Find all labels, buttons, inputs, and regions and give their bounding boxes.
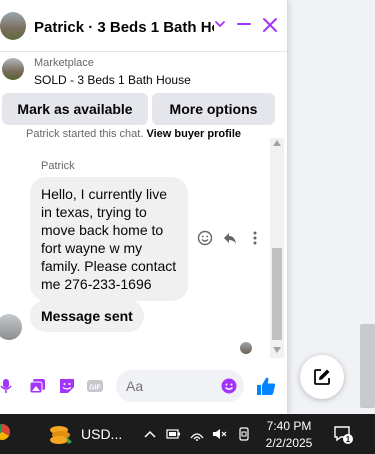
- svg-text:GIF: GIF: [89, 384, 101, 391]
- sender-name: Patrick: [41, 160, 75, 172]
- view-buyer-profile-link[interactable]: View buyer profile: [146, 128, 241, 140]
- message-scrollbar[interactable]: [270, 138, 284, 358]
- gif-icon[interactable]: GIF: [86, 377, 104, 395]
- photo-icon[interactable]: [29, 377, 47, 395]
- listing-title[interactable]: SOLD - 3 Beds 1 Bath House: [34, 73, 191, 87]
- listing-info[interactable]: Marketplace SOLD - 3 Beds 1 Bath House: [0, 52, 287, 92]
- more-vertical-icon[interactable]: [247, 230, 263, 246]
- message-bubble-sent-status[interactable]: Message sent: [30, 300, 144, 332]
- scroll-thumb[interactable]: [272, 248, 282, 340]
- chevron-down-icon[interactable]: [213, 17, 227, 31]
- sticker-icon[interactable]: [58, 377, 76, 395]
- close-icon[interactable]: [262, 17, 278, 33]
- chat-started-notice: Patrick started this chat. View buyer pr…: [26, 128, 241, 140]
- chrome-icon[interactable]: [0, 424, 10, 440]
- scroll-down-arrow-icon[interactable]: [273, 347, 281, 353]
- chat-window: Patrick · 3 Beds 1 Bath Hou… Marketplace…: [0, 0, 287, 414]
- new-message-button[interactable]: [300, 355, 344, 399]
- listing-source: Marketplace: [34, 57, 94, 69]
- clock-time[interactable]: 7:40 PM: [263, 418, 315, 434]
- compose-icon: [314, 369, 330, 385]
- volume-muted-icon[interactable]: [212, 426, 228, 442]
- reply-icon[interactable]: [222, 230, 238, 246]
- clock-date[interactable]: 2/2/2025: [263, 435, 315, 451]
- battery-icon[interactable]: [165, 426, 181, 442]
- emoji-react-icon[interactable]: [197, 230, 213, 246]
- emoji-icon[interactable]: [221, 378, 237, 394]
- chat-header[interactable]: Patrick · 3 Beds 1 Bath Hou…: [0, 0, 287, 52]
- phone-link-icon[interactable]: [236, 426, 252, 442]
- chat-started-text: Patrick started this chat.: [26, 128, 144, 140]
- thumbs-up-icon[interactable]: [255, 375, 277, 397]
- wifi-icon[interactable]: [189, 426, 205, 442]
- notification-icon[interactable]: 1: [333, 424, 353, 444]
- mark-as-available-button[interactable]: Mark as available: [2, 93, 148, 125]
- currency-app-label[interactable]: USD...: [81, 426, 122, 442]
- listing-thumbnail[interactable]: [2, 58, 24, 80]
- contact-avatar[interactable]: [0, 12, 26, 40]
- currency-app-icon[interactable]: [48, 422, 74, 446]
- scroll-up-arrow-icon[interactable]: [273, 140, 281, 146]
- microphone-icon[interactable]: [0, 377, 18, 395]
- seen-indicator-avatar: [240, 342, 252, 354]
- minimize-icon[interactable]: [237, 17, 251, 31]
- chat-title[interactable]: Patrick · 3 Beds 1 Bath Hou…: [34, 19, 214, 36]
- message-composer: GIF: [0, 368, 287, 406]
- message-thread[interactable]: Patrick started this chat. View buyer pr…: [0, 127, 287, 359]
- sender-avatar[interactable]: [0, 314, 22, 340]
- message-bubble[interactable]: Hello, I currently live in texas, trying…: [30, 177, 188, 301]
- windows-taskbar: USD... 7:40 PM 2/2/2025 1: [0, 414, 375, 454]
- background-scrollbar[interactable]: [360, 324, 375, 408]
- notification-count: 1: [346, 435, 351, 444]
- chevron-up-icon[interactable]: [142, 426, 158, 442]
- more-options-button[interactable]: More options: [152, 93, 275, 125]
